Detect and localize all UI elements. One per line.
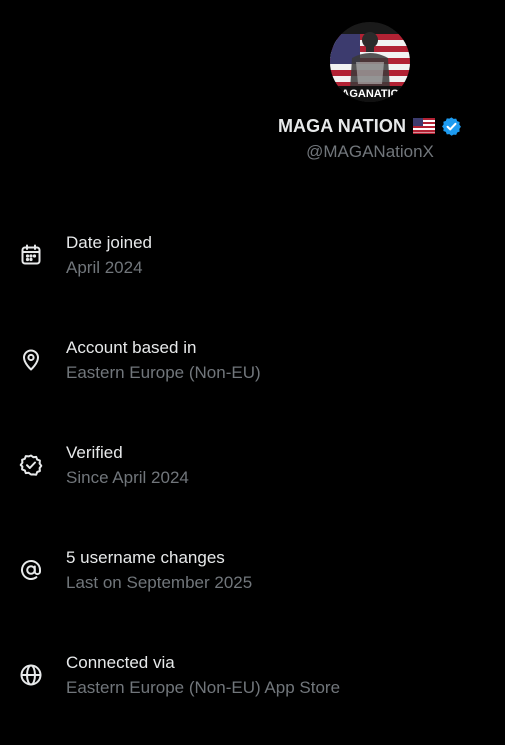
calendar-icon (18, 242, 44, 268)
info-row-date-joined: Date joined April 2024 (0, 220, 505, 325)
about-account-list: Date joined April 2024 Account based in … (0, 220, 505, 745)
avatar[interactable]: AGANATIC (330, 22, 410, 102)
location-pin-icon (18, 347, 44, 373)
info-title: Date joined (66, 233, 153, 252)
flag-us-icon (413, 118, 436, 134)
info-row-username-changes: 5 username changes Last on September 202… (0, 535, 505, 640)
info-row-verified: Verified Since April 2024 (0, 430, 505, 535)
handle[interactable]: @MAGANationX (306, 142, 434, 162)
verified-badge-icon[interactable] (441, 116, 462, 137)
info-row-account-based-in: Account based in Eastern Europe (Non-EU) (0, 325, 505, 430)
info-subtitle: Last on September 2025 (66, 573, 253, 592)
info-title: Account based in (66, 338, 197, 357)
info-subtitle: Eastern Europe (Non-EU) App Store (66, 678, 341, 697)
info-subtitle: April 2024 (66, 258, 143, 277)
info-subtitle: Eastern Europe (Non-EU) (66, 363, 261, 382)
display-name: MAGA NATION (277, 115, 407, 136)
globe-icon (18, 662, 44, 688)
info-title: 5 username changes (66, 548, 225, 567)
verified-check-icon (18, 452, 44, 478)
info-title: Connected via (66, 653, 175, 672)
at-sign-icon (18, 557, 44, 583)
info-row-connected-via: Connected via Eastern Europe (Non-EU) Ap… (0, 640, 505, 745)
avatar-image: AGANATIC (330, 22, 410, 102)
info-subtitle: Since April 2024 (66, 468, 189, 487)
info-title: Verified (66, 443, 123, 462)
profile-header: AGANATIC MAGA NATION @MAGANationX (0, 22, 505, 162)
name-row: MAGA NATION (278, 114, 462, 138)
avatar-text: AGANATIC (341, 88, 398, 100)
